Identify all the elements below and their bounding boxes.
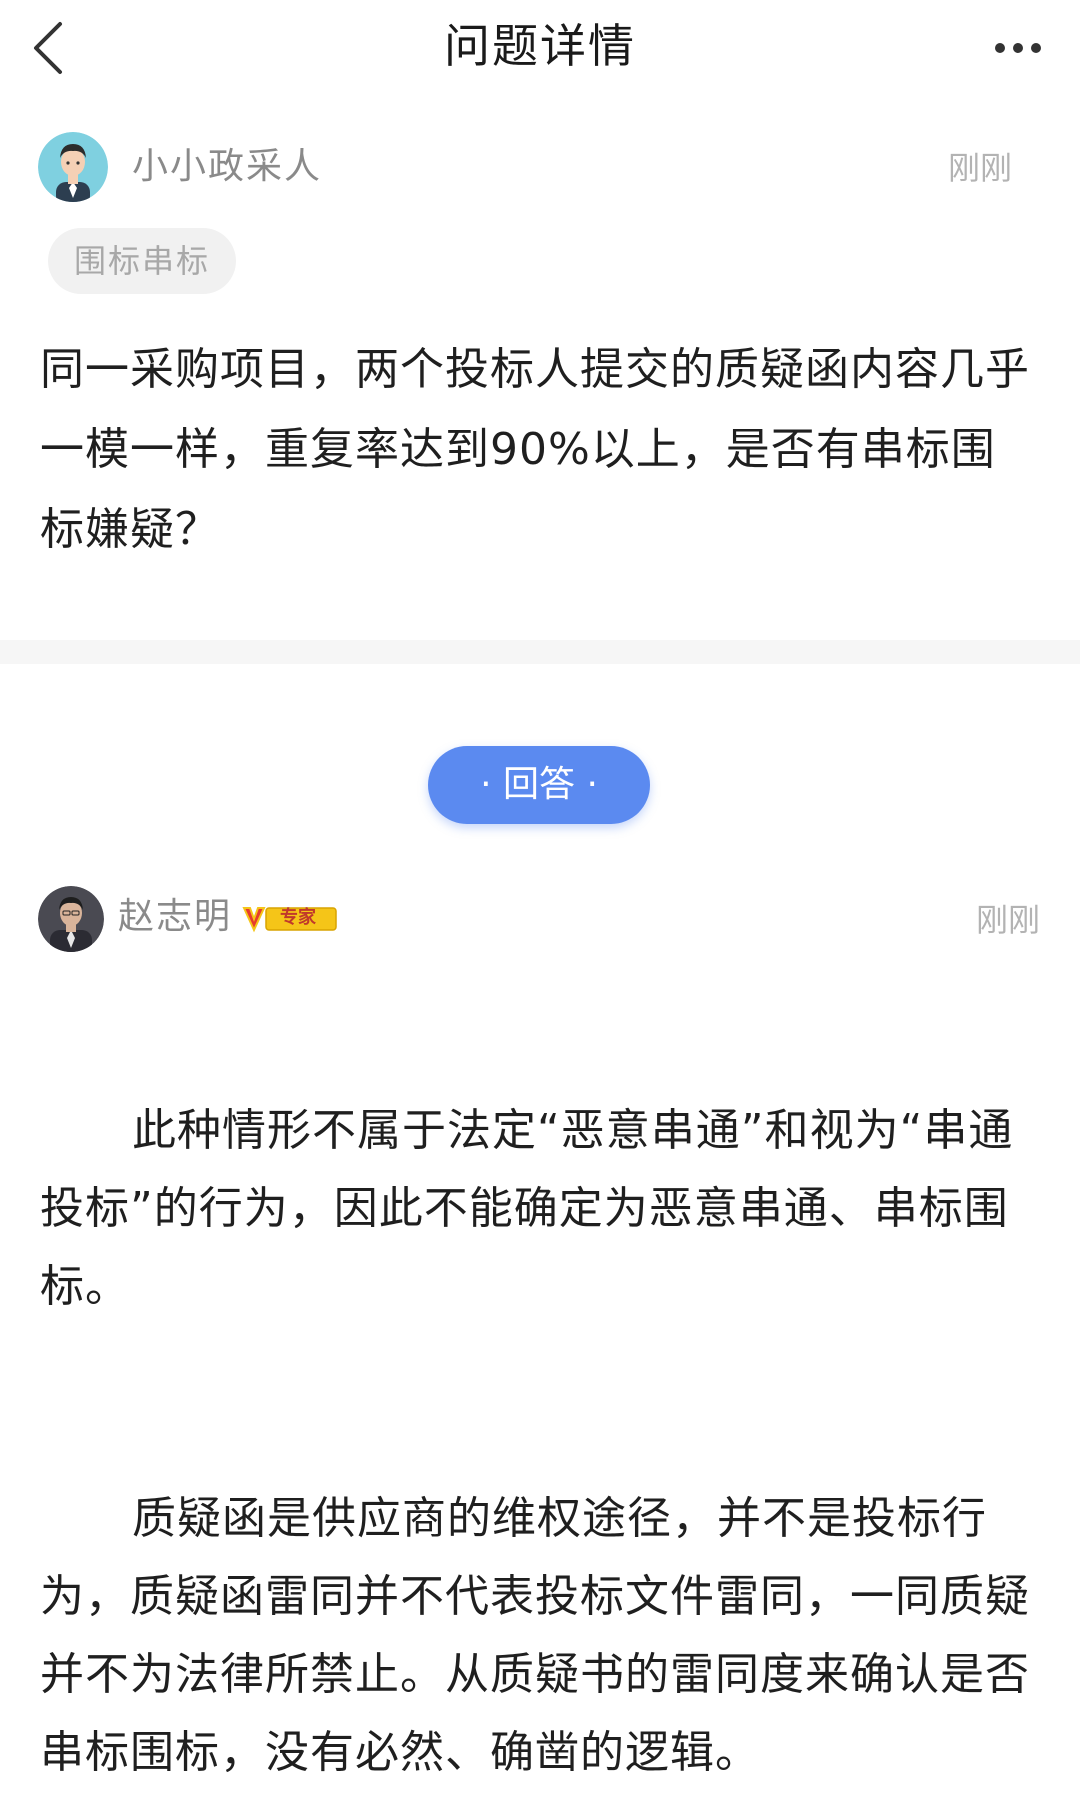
answer-timestamp: 刚刚 <box>975 901 1040 939</box>
topic-tag[interactable]: 围标串标 <box>48 228 236 294</box>
expert-badge: 专家 <box>242 902 338 934</box>
question-timestamp: 刚刚 <box>947 149 1012 187</box>
question-author-name[interactable]: 小小政采人 <box>132 142 322 192</box>
answer-paragraph: 此种情形不属于法定“恶意串通”和视为“串通投标”的行为，因此不能确定为恶意串通、… <box>40 1105 1014 1312</box>
section-divider <box>0 640 1080 664</box>
expert-badge-label: 专家 <box>280 907 316 928</box>
answer-paragraph: 质疑函是供应商的维权途径，并不是投标行为，质疑函雷同并不代表投标文件雷同，一同质… <box>40 1493 1030 1778</box>
question-text: 同一采购项目，两个投标人提交的质疑函内容几乎一模一样，重复率达到90%以上，是否… <box>40 344 1030 555</box>
top-bar: 问题详情 <box>0 0 1080 96</box>
question-author-avatar[interactable] <box>38 132 108 202</box>
answer-author-avatar[interactable] <box>38 886 104 952</box>
page-title: 问题详情 <box>444 19 636 73</box>
more-horizontal-icon[interactable] <box>990 28 1046 68</box>
answer-button[interactable]: · 回答 · <box>428 746 650 824</box>
answer-author-name[interactable]: 赵志明 <box>118 892 232 942</box>
